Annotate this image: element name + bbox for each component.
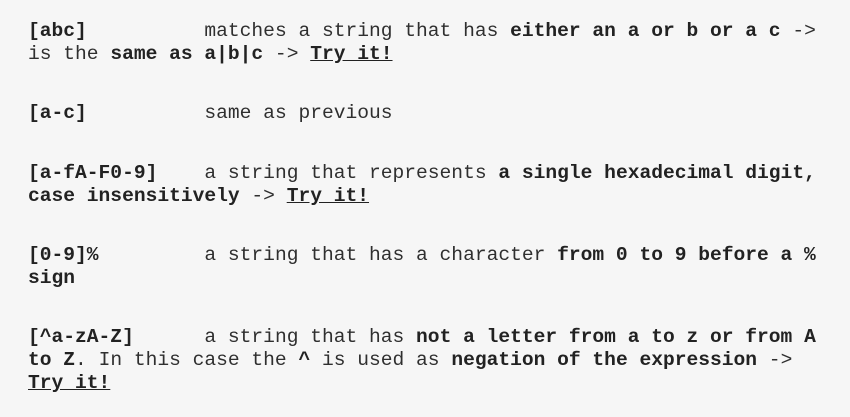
description-text: a string that has a character bbox=[204, 244, 558, 266]
regex-entry-a-c: [a-c] same as previous bbox=[28, 102, 828, 125]
description-text: a string that represents bbox=[204, 162, 499, 184]
try-it-link[interactable]: Try it! bbox=[287, 185, 369, 207]
description-text: is used as bbox=[310, 349, 452, 371]
description-text: -> bbox=[239, 185, 287, 207]
regex-pattern: [abc] bbox=[28, 20, 87, 42]
description-text: matches a string that has bbox=[204, 20, 511, 42]
pattern-gap bbox=[157, 162, 204, 184]
regex-entry-abc: [abc] matches a string that has either a… bbox=[28, 20, 828, 66]
regex-entry-digit-percent: [0-9]% a string that has a character fro… bbox=[28, 244, 828, 290]
regex-entry-hex: [a-fA-F0-9] a string that represents a s… bbox=[28, 162, 828, 208]
regex-pattern: [^a-zA-Z] bbox=[28, 326, 134, 348]
description-text: -> bbox=[263, 43, 311, 65]
description-emphasis: negation of the expression bbox=[451, 349, 758, 371]
description-text: -> bbox=[757, 349, 805, 371]
description-emphasis: ^ bbox=[298, 349, 311, 371]
try-it-link[interactable]: Try it! bbox=[310, 43, 392, 65]
pattern-gap bbox=[87, 102, 205, 124]
regex-pattern: [a-fA-F0-9] bbox=[28, 162, 158, 184]
try-it-link[interactable]: Try it! bbox=[28, 372, 110, 394]
regex-reference-content: [abc] matches a string that has either a… bbox=[0, 0, 850, 417]
description-emphasis: either an a or b or a c bbox=[510, 20, 781, 42]
description-text: a string that has bbox=[204, 326, 417, 348]
regex-pattern: [a-c] bbox=[28, 102, 87, 124]
description-emphasis: same as a|b|c bbox=[110, 43, 264, 65]
pattern-gap bbox=[87, 20, 205, 42]
pattern-gap bbox=[99, 244, 205, 266]
pattern-gap bbox=[134, 326, 205, 348]
regex-entry-negation: [^a-zA-Z] a string that has not a letter… bbox=[28, 326, 828, 395]
description-text: same as previous bbox=[204, 102, 393, 124]
description-text: . In this case the bbox=[75, 349, 299, 371]
regex-pattern: [0-9]% bbox=[28, 244, 99, 266]
